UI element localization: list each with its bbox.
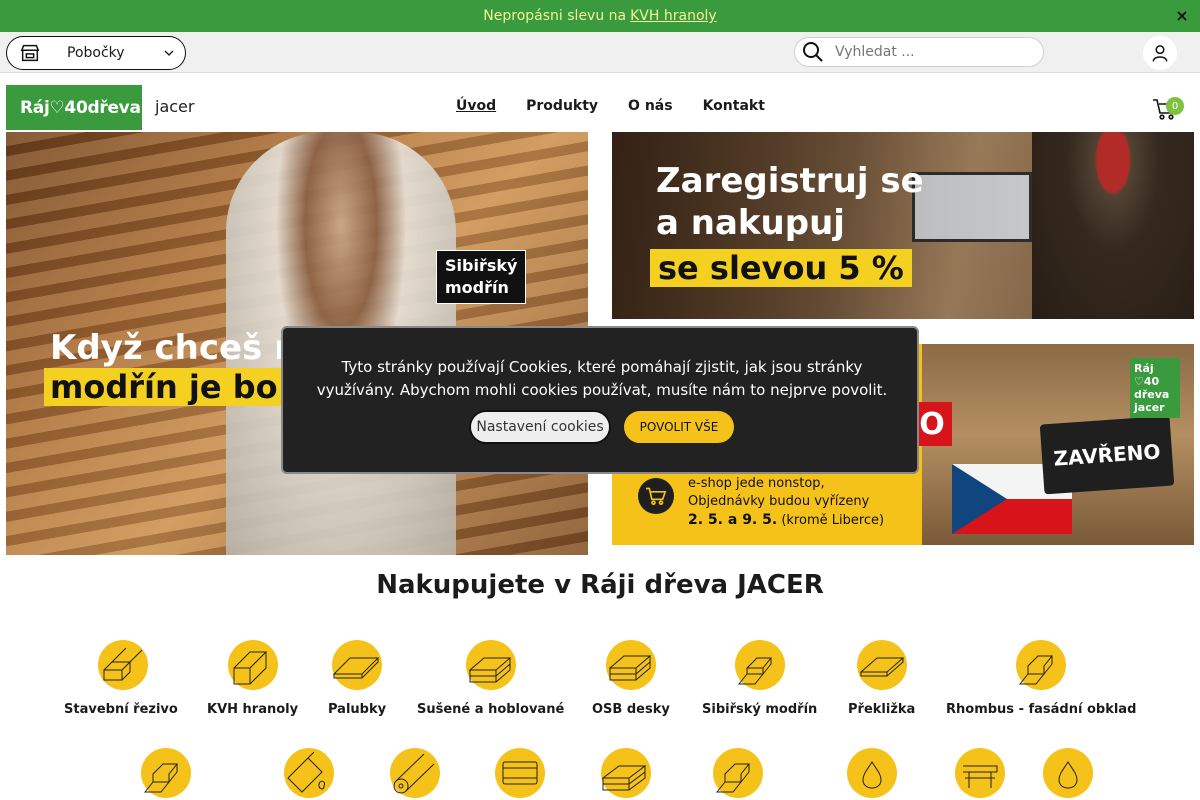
search-input[interactable] bbox=[835, 44, 1015, 60]
main-nav: Úvod Produkty O nás Kontakt bbox=[456, 98, 765, 114]
panel-icon bbox=[495, 748, 545, 798]
category-item[interactable] bbox=[847, 748, 897, 798]
category-label: Sušené a hoblované bbox=[417, 702, 565, 717]
closed-banner-logo: Ráj ♡40 dřeva jacer bbox=[1130, 358, 1180, 418]
category-item[interactable] bbox=[601, 748, 651, 798]
logo-jacer[interactable]: jacer bbox=[155, 97, 194, 116]
category-label: OSB desky bbox=[592, 702, 670, 717]
hero-tag-line1: Sibiřský bbox=[445, 256, 518, 275]
category-item[interactable] bbox=[1043, 748, 1093, 798]
nav-about[interactable]: O nás bbox=[628, 98, 673, 114]
account-button[interactable] bbox=[1143, 36, 1177, 70]
category-item[interactable] bbox=[495, 748, 545, 798]
utility-bar: Pobočky bbox=[0, 32, 1200, 73]
lumber-icon bbox=[98, 640, 149, 690]
larch-icon bbox=[734, 640, 785, 690]
drop-icon bbox=[847, 748, 897, 798]
timber-icon bbox=[141, 748, 191, 798]
category-item[interactable] bbox=[713, 748, 763, 798]
register-banner-text: Zaregistruj se a nakupuj bbox=[656, 160, 924, 244]
hero-tag: Sibiřský modřín bbox=[436, 250, 527, 304]
promo-text: Nepropásni slevu na bbox=[483, 8, 627, 24]
register-line2: a nakupuj bbox=[656, 203, 845, 243]
category-rhombus[interactable]: Rhombus - fasádní obklad bbox=[946, 640, 1136, 717]
category-preklizka[interactable]: Překližka bbox=[848, 640, 915, 717]
plywood-icon bbox=[856, 640, 907, 690]
info-line2: Objednávky budou vyřízeny bbox=[688, 494, 870, 509]
board-icon bbox=[332, 640, 383, 690]
cookie-dialog: Tyto stránky používají Cookies, které po… bbox=[281, 326, 919, 474]
category-kvh-hranoly[interactable]: KVH hranoly bbox=[207, 640, 298, 717]
user-icon bbox=[1152, 45, 1168, 62]
category-label: Palubky bbox=[328, 702, 387, 717]
cookie-settings-button[interactable]: Nastavení cookies bbox=[469, 410, 611, 444]
store-icon bbox=[20, 44, 40, 62]
fire-wood-icon bbox=[284, 748, 334, 798]
category-label: KVH hranoly bbox=[207, 702, 299, 717]
category-label: Rhombus - fasádní obklad bbox=[946, 702, 1137, 717]
category-item[interactable] bbox=[955, 748, 1005, 798]
category-label: Sibiřský modřín bbox=[702, 702, 818, 717]
nav-contact[interactable]: Kontakt bbox=[703, 98, 765, 114]
info-line1: e-shop jede nonstop, bbox=[688, 476, 825, 491]
register-banner[interactable]: Zaregistruj se a nakupuj se slevou 5 % bbox=[612, 132, 1194, 319]
logo[interactable]: Ráj♡40dřeva bbox=[6, 85, 142, 130]
bench-icon bbox=[955, 748, 1005, 798]
branches-select[interactable]: Pobočky bbox=[6, 36, 186, 70]
category-stavebni-rezivo[interactable]: Stavební řezivo bbox=[64, 640, 178, 717]
category-susene-hoblovane[interactable]: Sušené a hoblované bbox=[417, 640, 564, 717]
log-icon bbox=[390, 748, 440, 798]
search-box[interactable] bbox=[794, 37, 1044, 67]
category-label: Překližka bbox=[848, 702, 916, 717]
category-item[interactable] bbox=[284, 748, 334, 798]
hero-headline-1: Když chceš n bbox=[50, 328, 299, 368]
register-line1: Zaregistruj se bbox=[656, 161, 924, 201]
drop-icon bbox=[1043, 748, 1093, 798]
category-sibirsky-modrin[interactable]: Sibiřský modřín bbox=[702, 640, 817, 717]
promo-bar: Nepropásni slevu na KVH hranoly × bbox=[0, 0, 1200, 32]
stacked-planks-icon bbox=[465, 640, 516, 690]
hero-headline-2: modřín je bo bbox=[44, 368, 284, 406]
category-row-2 bbox=[0, 748, 1200, 800]
closed-sign: ZAVŘENO bbox=[1039, 415, 1175, 495]
nav-home[interactable]: Úvod bbox=[456, 98, 496, 114]
hero-tag-line2: modřín bbox=[445, 278, 509, 297]
info-dates: 2. 5. a 9. 5. bbox=[688, 512, 778, 528]
rhombus-cladding-icon bbox=[1016, 640, 1067, 690]
search-icon[interactable] bbox=[801, 40, 825, 64]
sheets-icon bbox=[601, 748, 651, 798]
chevron-down-icon bbox=[164, 50, 174, 56]
closed-banner-info: e-shop jede nonstop, Objednávky budou vy… bbox=[688, 475, 884, 530]
allow-all-cookies-button[interactable]: POVOLIT VŠE bbox=[624, 411, 734, 443]
category-osb-desky[interactable]: OSB desky bbox=[592, 640, 670, 717]
category-item[interactable] bbox=[390, 748, 440, 798]
register-line3: se slevou 5 % bbox=[650, 249, 912, 287]
main-header: Ráj♡40dřeva jacer Úvod Produkty O nás Ko… bbox=[0, 73, 1200, 132]
info-note: (kromě Liberce) bbox=[781, 513, 885, 528]
cart-count-badge: 0 bbox=[1166, 97, 1184, 115]
category-palubky[interactable]: Palubky bbox=[328, 640, 386, 717]
beam-stack-icon bbox=[713, 748, 763, 798]
osb-icon bbox=[605, 640, 656, 690]
beam-icon bbox=[227, 640, 278, 690]
close-icon[interactable]: × bbox=[1172, 5, 1192, 25]
cart-circle-icon bbox=[638, 478, 674, 514]
branches-label: Pobočky bbox=[67, 45, 125, 61]
promo-link[interactable]: KVH hranoly bbox=[630, 8, 717, 24]
cookie-text: Tyto stránky používají Cookies, které po… bbox=[316, 358, 888, 399]
category-item[interactable] bbox=[141, 748, 191, 798]
section-title: Nakupujete v Ráji dřeva JACER bbox=[376, 570, 824, 600]
category-label: Stavební řezivo bbox=[64, 702, 178, 717]
nav-products[interactable]: Produkty bbox=[526, 98, 598, 114]
